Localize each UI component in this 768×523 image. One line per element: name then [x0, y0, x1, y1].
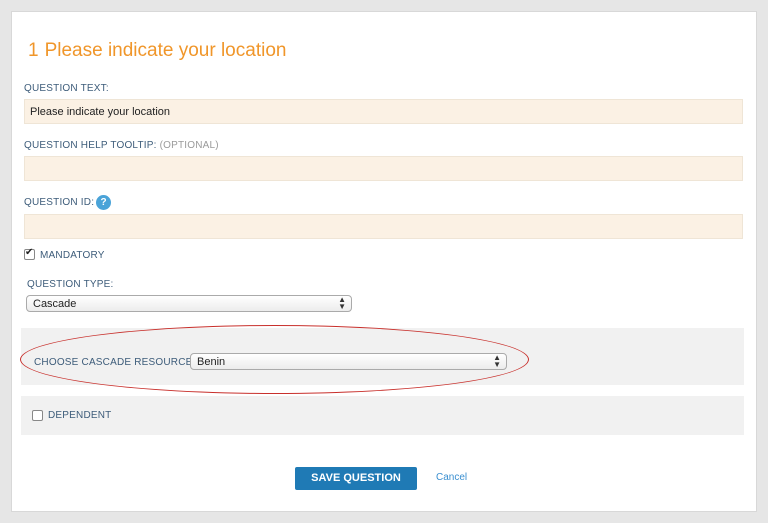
- question-number: 1: [28, 40, 39, 61]
- help-tooltip-input[interactable]: [24, 156, 743, 181]
- question-id-label: QUESTION ID:?: [24, 195, 112, 210]
- mandatory-checkbox[interactable]: [24, 247, 35, 260]
- question-heading: 1 Please indicate your location: [28, 40, 286, 62]
- question-id-input[interactable]: [24, 214, 743, 239]
- cancel-link[interactable]: Cancel: [436, 472, 467, 483]
- question-title: Please indicate your location: [44, 40, 287, 61]
- question-type-label: QUESTION TYPE:: [27, 279, 114, 290]
- help-tooltip-label: QUESTION HELP TOOLTIP: (OPTIONAL): [24, 140, 219, 151]
- question-type-selected: Cascade: [33, 298, 77, 310]
- question-text-label: QUESTION TEXT:: [24, 83, 109, 94]
- updown-arrows-icon: ▲ ▼: [338, 295, 346, 311]
- help-tooltip-label-text: QUESTION HELP TOOLTIP:: [24, 140, 157, 151]
- question-id-label-text: QUESTION ID:: [24, 197, 95, 209]
- help-icon[interactable]: ?: [96, 195, 112, 210]
- highlight-annotation: [20, 325, 529, 394]
- question-type-select[interactable]: Cascade ▲ ▼: [26, 295, 352, 312]
- optional-tag: (OPTIONAL): [159, 140, 219, 151]
- question-text-input[interactable]: Please indicate your location: [24, 99, 743, 124]
- dependent-label: DEPENDENT: [48, 410, 112, 421]
- save-question-button[interactable]: SAVE QUESTION: [295, 467, 417, 490]
- question-editor-panel: [11, 11, 757, 512]
- mandatory-label: MANDATORY: [40, 250, 105, 261]
- dependent-checkbox[interactable]: [32, 410, 43, 421]
- dependent-section: [21, 396, 744, 435]
